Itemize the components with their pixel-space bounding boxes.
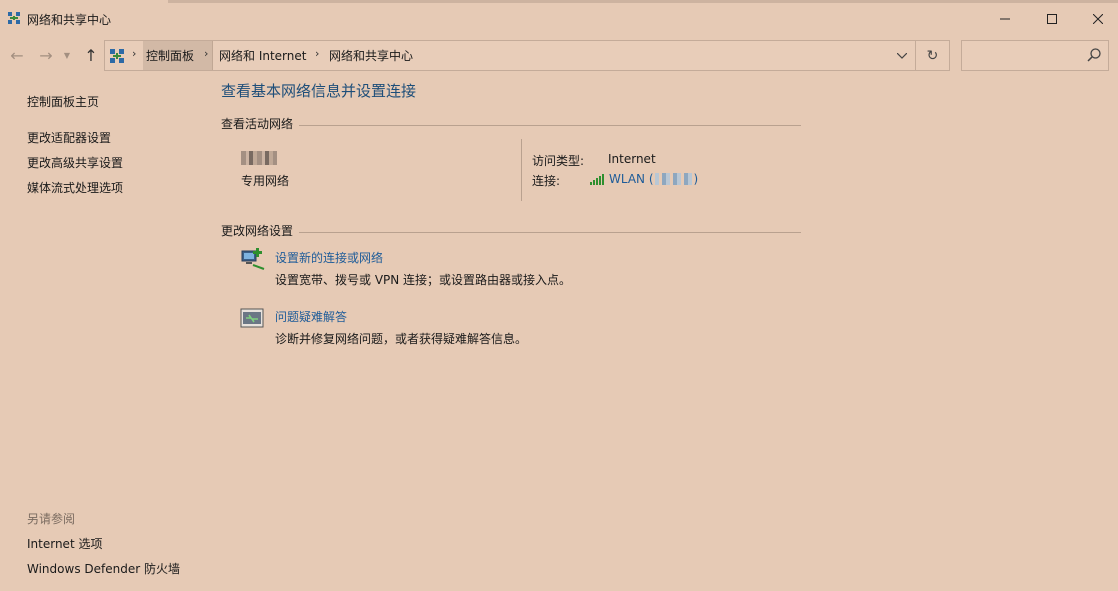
setup-new-connection-link[interactable]: 设置新的连接或网络: [275, 249, 383, 266]
address-bar[interactable]: › 控制面板 › 网络和 Internet › 网络和共享中心 ↻: [104, 40, 950, 71]
minimize-icon: [1000, 18, 1010, 20]
divider: [299, 125, 801, 126]
network-center-icon: [8, 12, 20, 24]
refresh-icon: ↻: [926, 47, 939, 64]
up-button[interactable]: ↑: [80, 44, 102, 66]
access-type-label: 访问类型:: [532, 154, 585, 168]
up-arrow-icon: ↑: [84, 45, 98, 65]
forward-arrow-icon: →: [39, 45, 53, 65]
breadcrumb-separator-icon[interactable]: ›: [132, 47, 136, 60]
breadcrumb-sharing-center[interactable]: 网络和共享中心: [329, 47, 413, 64]
back-arrow-icon: ←: [10, 45, 24, 65]
breadcrumb-network-internet[interactable]: 网络和 Internet: [219, 47, 306, 64]
divider: [299, 232, 801, 233]
network-location-icon: [110, 49, 124, 63]
troubleshoot-icon: [240, 308, 264, 328]
wlan-connection-link[interactable]: WLAN (): [590, 172, 698, 186]
new-connection-icon: [241, 248, 265, 270]
chevron-down-icon: [897, 53, 907, 59]
setup-new-connection-desc: 设置宽带、拨号或 VPN 连接；或设置路由器或接入点。: [275, 273, 572, 287]
chevron-down-icon: ▼: [63, 50, 71, 60]
forward-button[interactable]: →: [35, 44, 57, 66]
network-name-redacted: [241, 151, 277, 165]
network-type-label: 专用网络: [241, 174, 290, 188]
breadcrumb-separator-icon[interactable]: ›: [315, 47, 319, 60]
maximize-button[interactable]: [1029, 0, 1075, 38]
recent-locations-button[interactable]: ▼: [60, 44, 74, 66]
see-also-internet-options[interactable]: Internet 选项: [27, 535, 102, 552]
see-also-label: 另请参阅: [27, 512, 76, 526]
wifi-signal-icon: [590, 174, 604, 185]
breadcrumb-separator-icon[interactable]: ›: [204, 47, 208, 60]
wlan-label: WLAN (: [609, 172, 654, 186]
access-type-value: Internet: [608, 152, 656, 166]
connection-label: 连接:: [532, 174, 561, 188]
refresh-button[interactable]: ↻: [915, 41, 949, 70]
back-button[interactable]: ←: [6, 44, 28, 66]
troubleshoot-link[interactable]: 问题疑难解答: [275, 308, 347, 325]
see-also-defender-firewall[interactable]: Windows Defender 防火墙: [27, 560, 180, 577]
ssid-redacted: [654, 173, 693, 185]
page-title: 查看基本网络信息并设置连接: [221, 82, 417, 100]
breadcrumb-control-panel[interactable]: 控制面板: [146, 47, 194, 64]
vertical-divider: [521, 139, 522, 201]
active-networks-heading: 查看活动网络: [221, 117, 294, 131]
window-title: 网络和共享中心: [27, 13, 112, 27]
troubleshoot-desc: 诊断并修复网络问题，或者获得疑难解答信息。: [275, 332, 528, 346]
close-icon: [1093, 14, 1103, 24]
maximize-icon: [1047, 14, 1057, 24]
sidebar-control-panel-home[interactable]: 控制面板主页: [27, 93, 99, 110]
search-icon: [1087, 48, 1101, 62]
title-bar: 网络和共享中心: [0, 0, 1118, 38]
close-button[interactable]: [1075, 0, 1118, 38]
change-settings-heading: 更改网络设置: [221, 224, 294, 238]
address-history-button[interactable]: [891, 45, 913, 67]
search-input[interactable]: [961, 40, 1109, 71]
sidebar-change-advanced-sharing[interactable]: 更改高级共享设置: [27, 154, 123, 171]
wlan-label-close: ): [693, 172, 699, 186]
sidebar-change-adapter-settings[interactable]: 更改适配器设置: [27, 129, 111, 146]
sidebar-media-streaming[interactable]: 媒体流式处理选项: [27, 179, 123, 196]
minimize-button[interactable]: [982, 0, 1028, 38]
